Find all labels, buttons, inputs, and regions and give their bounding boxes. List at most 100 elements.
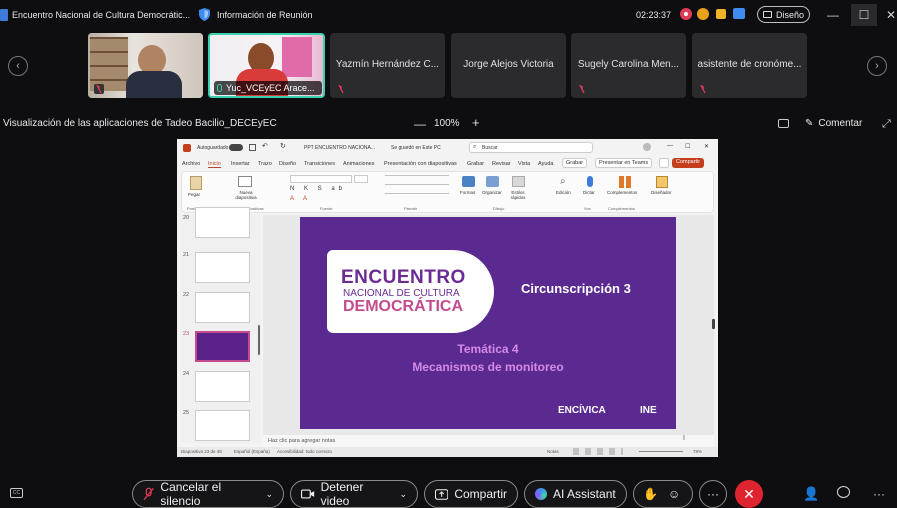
slide-thumbnail[interactable] — [195, 371, 250, 402]
fullscreen-icon[interactable]: ⤢ — [882, 118, 891, 131]
participants-next-button[interactable]: › — [867, 56, 887, 76]
paragraph-icons[interactable] — [385, 175, 449, 202]
participants-prev-button[interactable]: ‹ — [8, 56, 28, 76]
save-icon[interactable] — [249, 144, 256, 151]
more-panels-icon[interactable]: ··· — [873, 487, 885, 501]
tab-animaciones[interactable]: Animaciones — [343, 161, 375, 167]
leave-meeting-button[interactable]: ✕ — [735, 480, 763, 508]
tab-vista[interactable]: Vista — [518, 161, 530, 167]
zoom-in-button[interactable]: + — [472, 115, 480, 130]
participant-tile[interactable]: Jorge Alejos Victoria — [451, 33, 566, 98]
autosave-toggle[interactable] — [229, 144, 243, 151]
ppt-minimize[interactable]: — — [667, 143, 673, 149]
thumbnail-scrollbar[interactable] — [258, 325, 260, 355]
notes-pane[interactable]: Haz clic para agregar notas I — [263, 435, 714, 447]
present-icon[interactable] — [659, 158, 669, 168]
share-content-button[interactable]: Compartir — [424, 480, 518, 508]
status-zoom: 78% — [693, 449, 703, 454]
addins-icon[interactable] — [619, 176, 631, 188]
tab-grabar[interactable]: Grabar — [467, 161, 484, 167]
participant-tile[interactable]: Yazmín Hernández C... — [330, 33, 445, 98]
participants-panel-icon[interactable]: 👤 — [803, 486, 819, 502]
recording-icon[interactable] — [680, 8, 692, 20]
layout-button[interactable]: Diseño — [757, 6, 810, 23]
font-format-icons[interactable]: N K S ab — [290, 186, 346, 192]
chevron-down-icon[interactable]: ⌄ — [265, 489, 273, 500]
ai-badge-icon[interactable] — [697, 8, 709, 20]
raise-hand-icon[interactable]: ✋ — [643, 487, 658, 501]
undo-icon[interactable]: ↶ — [262, 142, 268, 150]
reactions-icon[interactable]: ☺ — [668, 487, 680, 501]
quick-styles-icon[interactable] — [512, 176, 525, 187]
annotate-icon[interactable] — [778, 119, 789, 128]
view-buttons[interactable] — [573, 448, 623, 455]
zoom-out-button[interactable]: — — [414, 117, 426, 131]
paste-icon[interactable] — [190, 176, 202, 190]
chevron-down-icon[interactable]: ⌄ — [399, 489, 407, 500]
font-size-box[interactable] — [354, 175, 368, 183]
shapes-label: Formas — [460, 190, 476, 195]
muted-mic-icon — [338, 84, 344, 94]
vertical-scrollbar[interactable] — [712, 319, 715, 329]
present-teams-button[interactable]: Presentar en Teams — [595, 158, 653, 168]
stop-video-button[interactable]: Detener video ⌄ — [290, 480, 418, 508]
arrange-icon[interactable] — [486, 176, 499, 187]
notification-icon[interactable] — [716, 9, 726, 19]
chat-icon[interactable] — [837, 486, 850, 498]
tab-transiciones[interactable]: Transiciones — [304, 161, 335, 167]
slide-thumbnail[interactable] — [195, 292, 250, 323]
user-avatar[interactable] — [643, 143, 651, 151]
ai-assistant-button[interactable]: AI Assistant — [524, 480, 627, 508]
shield-icon[interactable] — [199, 8, 210, 21]
shapes-icon[interactable] — [462, 176, 475, 187]
tab-diseno[interactable]: Diseño — [279, 161, 296, 167]
designer-icon[interactable] — [656, 176, 668, 188]
slide-thumbnail[interactable] — [195, 410, 250, 441]
font-color-icons[interactable]: A A — [290, 196, 311, 202]
maximize-button[interactable]: ☐ — [851, 4, 877, 26]
quick-styles-label: Estilos rápidos — [510, 190, 526, 200]
participant-tile-active[interactable]: Yuc_VCEyEC Arace... — [208, 33, 325, 98]
slide-thumbnail-selected[interactable] — [195, 331, 250, 362]
new-slide-icon[interactable] — [238, 176, 252, 187]
slide-thumbnail[interactable] — [195, 252, 250, 283]
more-options-button[interactable]: ··· — [699, 480, 727, 508]
tab-archivo[interactable]: Archivo — [182, 161, 200, 167]
search-box[interactable]: ⌕ Buscar — [469, 142, 593, 153]
tab-insertar[interactable]: Insertar — [231, 161, 250, 167]
ppt-maximize[interactable]: ☐ — [685, 143, 690, 150]
tab-ayuda[interactable]: Ayuda — [538, 161, 554, 167]
share-button[interactable]: Compartir — [672, 158, 705, 168]
thumb-number: 21 — [183, 252, 190, 258]
ppt-close[interactable]: ✕ — [704, 143, 709, 150]
participant-tile[interactable] — [88, 33, 203, 98]
group-dibujo: Dibujo — [493, 206, 505, 211]
participant-tile[interactable]: Sugely Carolina Men... — [571, 33, 686, 98]
text-cursor-icon: I — [683, 435, 685, 442]
breakout-icon[interactable] — [733, 8, 745, 19]
tab-inicio[interactable]: Inicio — [208, 161, 221, 168]
captions-icon[interactable]: CC — [10, 488, 23, 498]
addins-label: Complementos — [607, 190, 638, 195]
tab-presentacion[interactable]: Presentación con diapositivas — [384, 161, 457, 167]
stop-video-label: Detener video — [320, 480, 364, 508]
dictate-icon[interactable] — [587, 176, 593, 187]
record-button[interactable]: Grabar — [562, 158, 588, 168]
status-accessibility[interactable]: Accesibilidad: todo correcto — [277, 449, 332, 454]
font-family-box[interactable] — [290, 175, 352, 183]
redo-icon[interactable]: ↻ — [280, 142, 286, 150]
meeting-info-link[interactable]: Información de Reunión — [217, 10, 313, 20]
comment-button[interactable]: ✎ Comentar — [805, 118, 862, 129]
participant-tile[interactable]: asistente de cronóme... — [692, 33, 807, 98]
zoom-level[interactable]: 100% — [434, 118, 460, 129]
unmute-button[interactable]: Cancelar el silencio ⌄ — [132, 480, 284, 508]
zoom-slider[interactable] — [639, 451, 683, 452]
current-slide[interactable]: ENCUENTRO NACIONAL DE CULTURA DEMOCRÁTIC… — [300, 217, 676, 429]
slide-thumbnail[interactable] — [195, 207, 250, 238]
editing-icon[interactable]: ⌕ — [560, 176, 566, 187]
tab-trazo[interactable]: Trazo — [258, 161, 272, 167]
status-notes[interactable]: Notas — [547, 449, 559, 454]
minimize-button[interactable]: — — [820, 4, 846, 26]
close-window-button[interactable]: ✕ — [878, 4, 897, 26]
tab-revisar[interactable]: Revisar — [492, 161, 511, 167]
